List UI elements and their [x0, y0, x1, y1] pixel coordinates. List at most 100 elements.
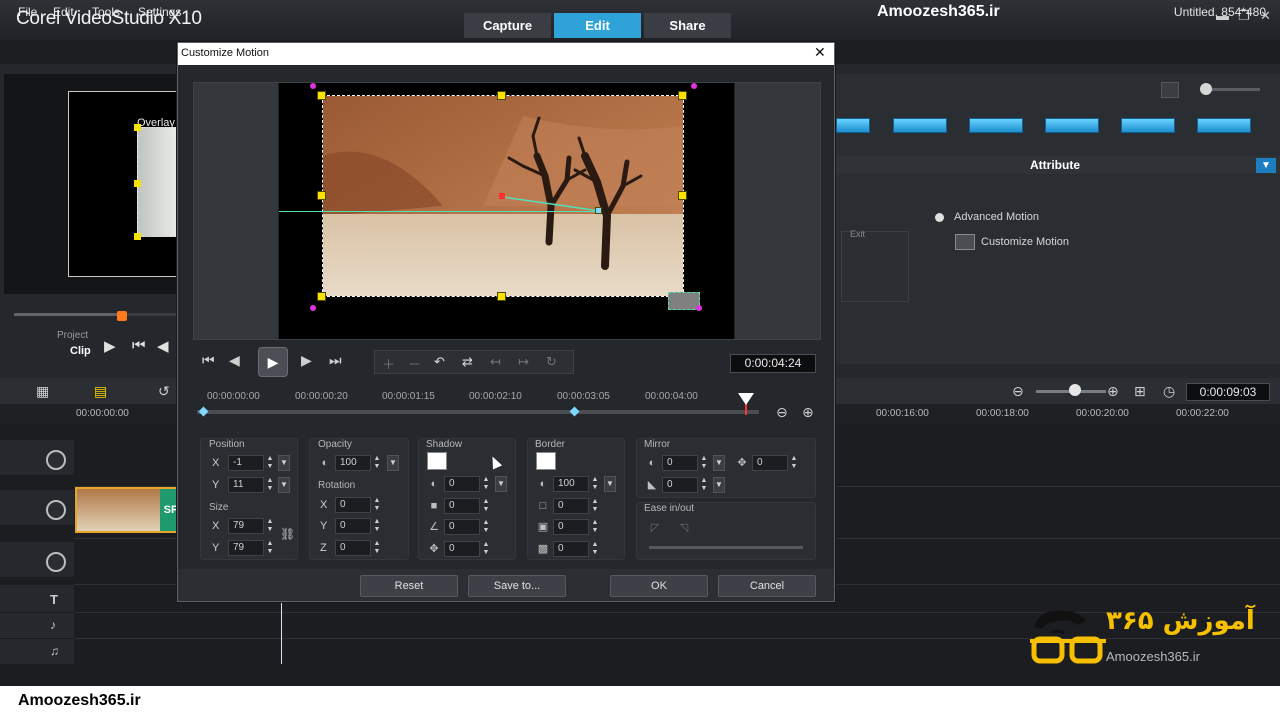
- advanced-motion-label[interactable]: Advanced Motion: [954, 211, 1039, 223]
- track-header-voice[interactable]: [0, 613, 74, 639]
- dialog-title-bar[interactable]: [178, 43, 834, 65]
- position-x-dropdown[interactable]: ▼: [278, 455, 290, 471]
- overlay-handle[interactable]: [134, 180, 141, 187]
- keyframe-track[interactable]: [197, 410, 759, 414]
- resize-handle[interactable]: [497, 91, 506, 100]
- position-x-field[interactable]: -1: [228, 455, 264, 471]
- swap-keyframes-icon[interactable]: ⇄: [462, 354, 473, 370]
- menu-settings[interactable]: Settings: [138, 5, 181, 19]
- ok-button[interactable]: OK: [610, 575, 708, 597]
- dialog-timecode[interactable]: 0:00:04:24: [730, 354, 816, 373]
- zoom-out-icon[interactable]: ⊖: [776, 404, 788, 421]
- border-corner-stepper[interactable]: ▲ ▼: [590, 541, 600, 557]
- shadow-opacity-stepper[interactable]: ▲ ▼: [481, 476, 491, 492]
- track-header-title[interactable]: [0, 585, 74, 613]
- rotation-x-stepper[interactable]: ▲ ▼: [372, 497, 382, 513]
- remove-keyframe-icon[interactable]: －: [408, 354, 421, 373]
- menu-file[interactable]: File: [18, 5, 37, 19]
- opacity-field[interactable]: 100: [335, 455, 371, 471]
- rotation-y-field[interactable]: 0: [335, 518, 371, 534]
- opacity-dropdown[interactable]: ▼: [387, 455, 399, 471]
- cancel-button[interactable]: Cancel: [718, 575, 816, 597]
- position-x-stepper[interactable]: ▲ ▼: [265, 455, 275, 471]
- storyboard-view-icon[interactable]: ▦: [36, 383, 49, 400]
- advanced-motion-radio[interactable]: [935, 213, 944, 222]
- tab-edit[interactable]: Edit: [554, 13, 641, 38]
- shadow-color-swatch[interactable]: [427, 452, 447, 470]
- border-blur-field[interactable]: 0: [553, 519, 589, 535]
- undo-icon[interactable]: ↺: [158, 383, 170, 400]
- step-forward-icon[interactable]: ▶: [301, 352, 312, 369]
- opacity-stepper[interactable]: ▲ ▼: [372, 455, 382, 471]
- zoom-in-icon[interactable]: ⊕: [1107, 383, 1119, 400]
- resize-handle[interactable]: [678, 91, 687, 100]
- skip-end-icon[interactable]: ⏭: [329, 352, 342, 369]
- save-to-button[interactable]: Save to...: [468, 575, 566, 597]
- border-opacity-stepper[interactable]: ▲ ▼: [590, 476, 600, 492]
- position-y-field[interactable]: 11: [228, 477, 264, 493]
- skip-start-icon[interactable]: ⏮: [202, 352, 215, 369]
- timeline-view-icon[interactable]: ▤: [94, 383, 107, 400]
- shadow-blur-stepper[interactable]: ▲ ▼: [481, 498, 491, 514]
- step-back-icon[interactable]: ◀: [157, 337, 169, 355]
- menu-tools[interactable]: Tools: [92, 5, 120, 19]
- timeline-timecode[interactable]: 0:00:09:03: [1186, 383, 1270, 401]
- library-thumbnail[interactable]: [1121, 118, 1175, 133]
- chevron-down-icon[interactable]: ▼: [1256, 158, 1276, 173]
- track-header-music[interactable]: [0, 639, 74, 665]
- zoom-out-icon[interactable]: ⊖: [1012, 383, 1024, 400]
- reset-keyframe-icon[interactable]: ↻: [546, 354, 557, 370]
- shadow-angle-field[interactable]: 0: [444, 519, 480, 535]
- library-thumbnail[interactable]: [1197, 118, 1251, 133]
- overlay-handle[interactable]: [134, 233, 141, 240]
- distort-handle[interactable]: [696, 305, 702, 311]
- distort-handle[interactable]: [310, 305, 316, 311]
- overlay-handle[interactable]: [134, 124, 141, 131]
- ease-out-icon[interactable]: ◹: [678, 522, 690, 534]
- size-x-stepper[interactable]: ▲ ▼: [265, 518, 275, 534]
- customize-motion-icon[interactable]: [955, 234, 975, 250]
- size-x-field[interactable]: 79: [228, 518, 264, 534]
- exit-direction-grid[interactable]: [841, 231, 909, 302]
- size-y-field[interactable]: 79: [228, 540, 264, 556]
- position-y-dropdown[interactable]: ▼: [278, 477, 290, 493]
- resize-handle[interactable]: [317, 292, 326, 301]
- mirror-fade-stepper[interactable]: ▲ ▼: [699, 477, 709, 493]
- border-blur-stepper[interactable]: ▲ ▼: [590, 519, 600, 535]
- rotation-z-field[interactable]: 0: [335, 540, 371, 556]
- play-button[interactable]: ▶: [258, 347, 288, 377]
- resize-handle[interactable]: [497, 292, 506, 301]
- rotation-y-stepper[interactable]: ▲ ▼: [372, 518, 382, 534]
- move-left-icon[interactable]: ↤: [490, 354, 501, 370]
- add-keyframe-icon[interactable]: ＋: [382, 354, 395, 373]
- library-view-icon[interactable]: [1161, 82, 1179, 98]
- tab-capture[interactable]: Capture: [464, 13, 551, 38]
- size-y-stepper[interactable]: ▲ ▼: [265, 540, 275, 556]
- step-back-icon[interactable]: ◀: [229, 352, 240, 369]
- mirror-distance-field[interactable]: 0: [752, 455, 788, 471]
- border-corner-field[interactable]: 0: [553, 541, 589, 557]
- move-right-icon[interactable]: ↦: [518, 354, 529, 370]
- mirror-distance-stepper[interactable]: ▲ ▼: [789, 455, 799, 471]
- shadow-dropdown[interactable]: ▼: [495, 476, 507, 492]
- border-width-stepper[interactable]: ▲ ▼: [590, 498, 600, 514]
- dialog-close-icon[interactable]: ✕: [814, 44, 826, 61]
- skip-start-icon[interactable]: ⏮: [132, 337, 146, 354]
- player-scrub-knob[interactable]: [116, 311, 127, 321]
- motion-center-point[interactable]: [499, 193, 505, 199]
- shadow-angle-stepper[interactable]: ▲ ▼: [481, 519, 491, 535]
- shadow-opacity-field[interactable]: 0: [444, 476, 480, 492]
- rotation-x-field[interactable]: 0: [335, 497, 371, 513]
- shadow-distance-field[interactable]: 0: [444, 541, 480, 557]
- customize-motion-link[interactable]: Customize Motion: [981, 236, 1069, 248]
- timeline-zoom-knob[interactable]: [1069, 384, 1081, 396]
- resize-handle[interactable]: [678, 191, 687, 200]
- timeline-playhead[interactable]: [281, 602, 282, 664]
- library-thumbnail[interactable]: [836, 118, 870, 133]
- library-thumbnail[interactable]: [1045, 118, 1099, 133]
- position-y-stepper[interactable]: ▲ ▼: [265, 477, 275, 493]
- ease-in-icon[interactable]: ◸: [649, 522, 661, 534]
- menu-edit[interactable]: Edit: [53, 5, 74, 19]
- border-dropdown[interactable]: ▼: [604, 476, 616, 492]
- mirror-dropdown[interactable]: ▼: [713, 455, 725, 471]
